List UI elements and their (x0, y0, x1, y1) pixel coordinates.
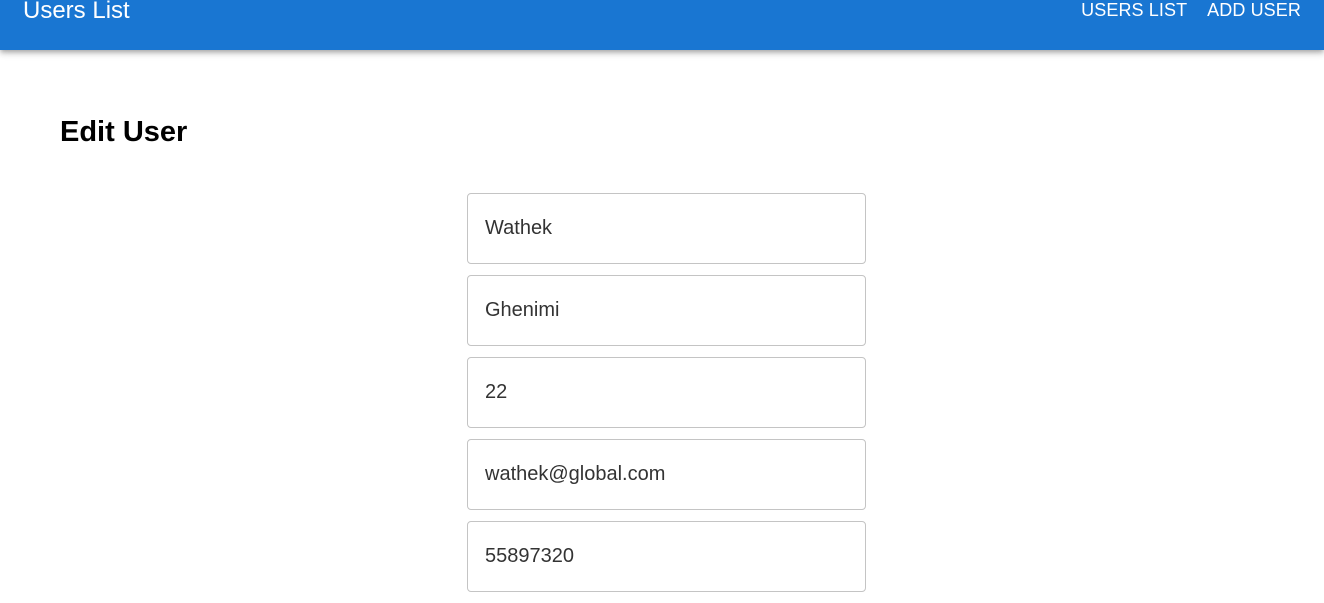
top-nav: USERS LIST ADD USER (1081, 0, 1301, 20)
age-input[interactable] (467, 357, 866, 428)
first-name-input[interactable] (467, 193, 866, 264)
app-bar: Users List USERS LIST ADD USER (0, 0, 1324, 50)
app-title: Users List (23, 0, 130, 24)
page-title: Edit User (60, 116, 188, 148)
nav-users-list-link[interactable]: USERS LIST (1081, 0, 1187, 20)
edit-user-form (467, 193, 866, 603)
nav-add-user-link[interactable]: ADD USER (1207, 0, 1301, 20)
email-input[interactable] (467, 439, 866, 510)
phone-input[interactable] (467, 521, 866, 592)
last-name-input[interactable] (467, 275, 866, 346)
